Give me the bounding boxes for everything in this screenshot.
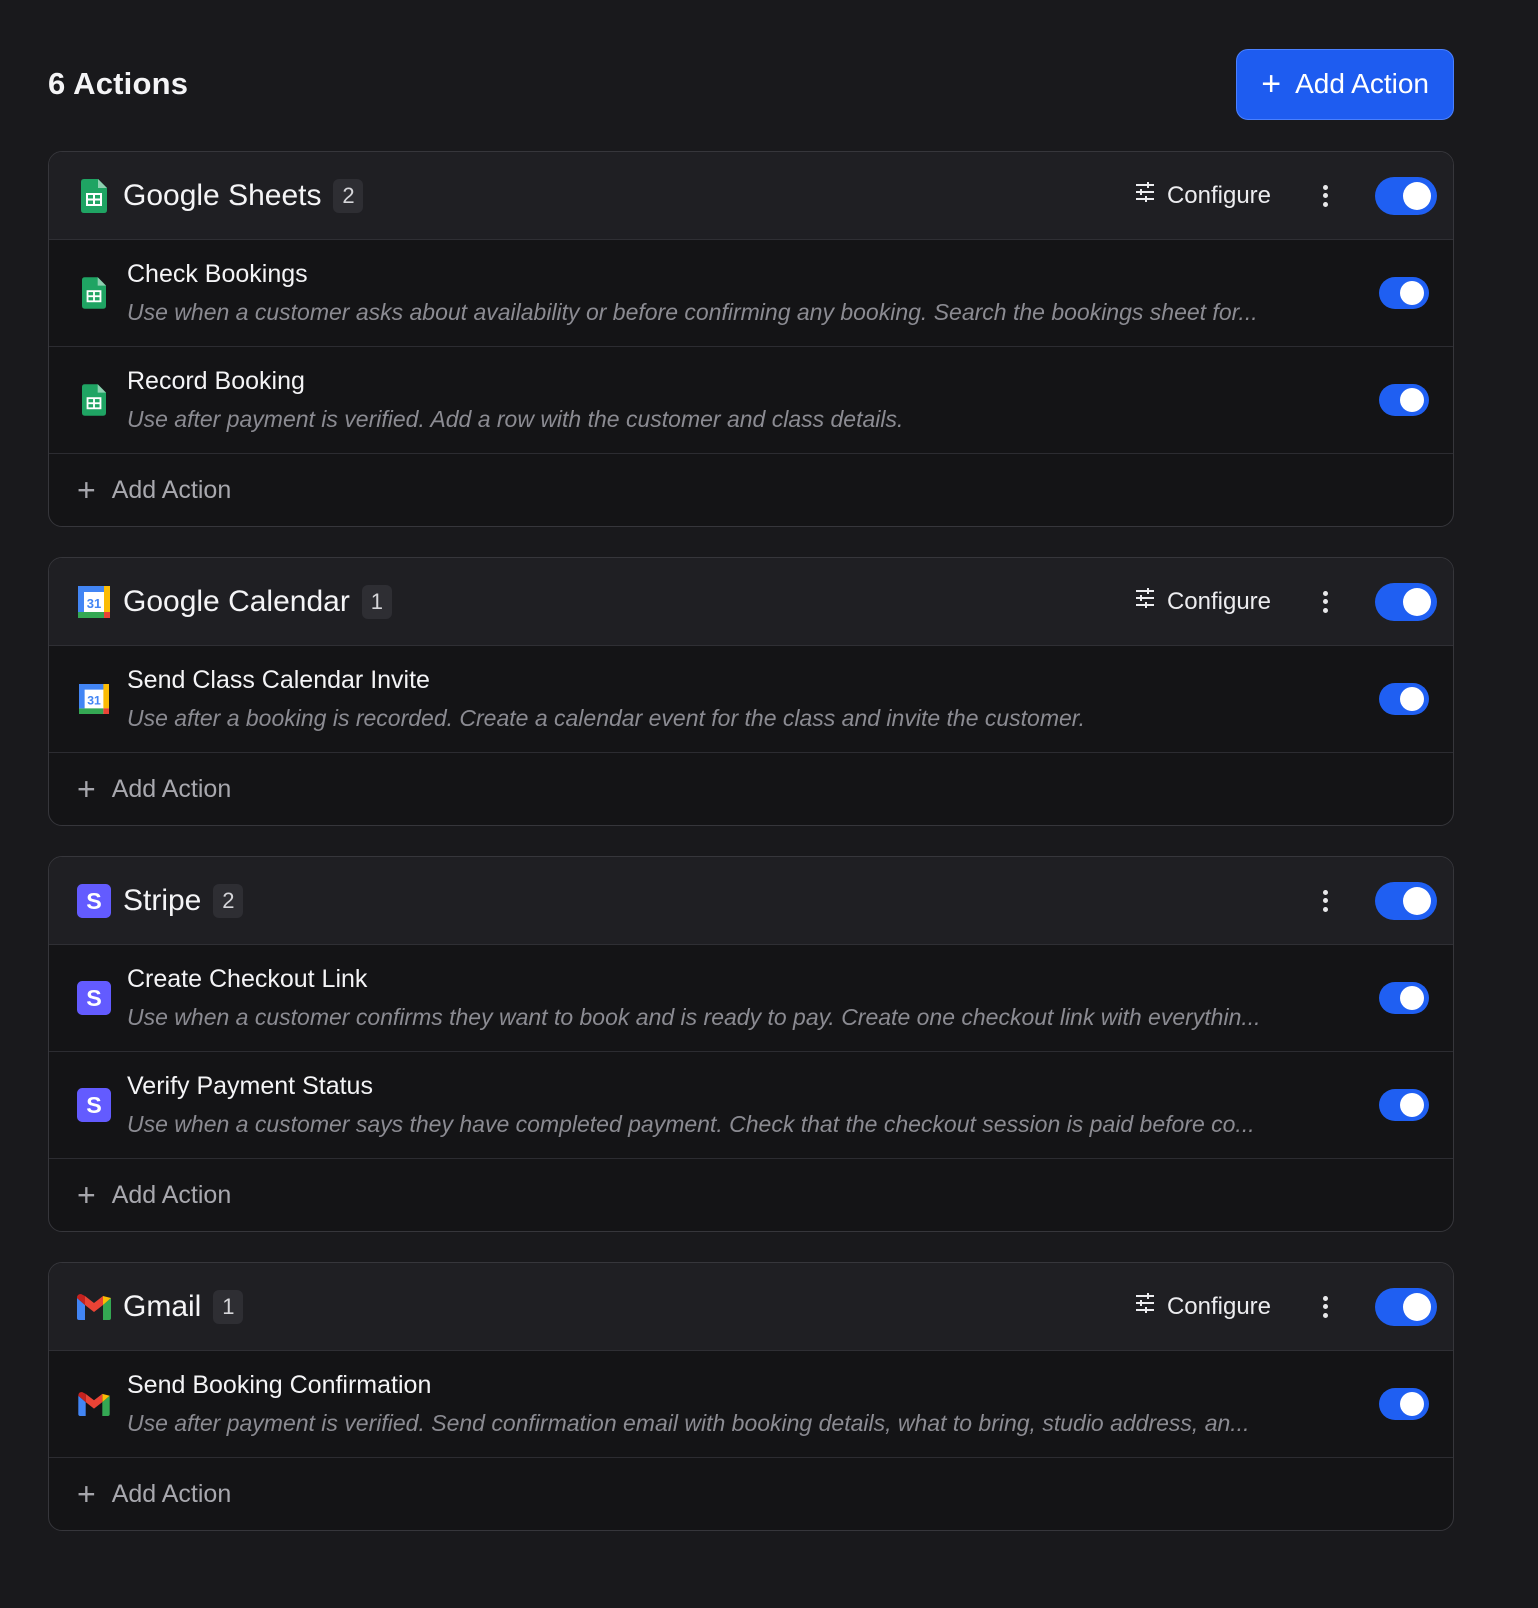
action-description: Use when a customer asks about availabil… — [127, 299, 1258, 325]
more-options-icon[interactable] — [1315, 886, 1335, 916]
action-description: Use when a customer confirms they want t… — [127, 1004, 1261, 1030]
action-description: Use when a customer says they have compl… — [127, 1111, 1255, 1137]
add-action-label: Add Action — [111, 774, 232, 803]
action-toggle[interactable] — [1379, 683, 1429, 715]
action-title: Record Booking — [127, 367, 305, 395]
count-badge: 1 — [213, 1289, 244, 1324]
action-row[interactable]: S Verify Payment Status Use when a custo… — [49, 1052, 1453, 1159]
group-toggle[interactable] — [1375, 1287, 1437, 1326]
configure-button[interactable]: Configure — [1133, 1291, 1271, 1322]
group-google-calendar: 31 Google Calendar 1 Configure 31 Send C… — [48, 557, 1454, 826]
action-toggle[interactable] — [1379, 982, 1429, 1014]
group-header: 31 Google Calendar 1 Configure — [49, 558, 1453, 646]
action-row[interactable]: Send Booking Confirmation Use after paym… — [49, 1351, 1453, 1458]
add-action-row[interactable]: + Add Action — [49, 753, 1453, 825]
stripe-icon: S — [77, 979, 111, 1017]
add-action-label: Add Action — [111, 475, 232, 504]
count-badge: 2 — [213, 883, 244, 918]
plus-icon: + — [77, 1476, 96, 1512]
plus-icon: + — [77, 771, 96, 807]
more-options-icon[interactable] — [1315, 181, 1335, 211]
group-header: Google Sheets 2 Configure — [49, 152, 1453, 240]
group-header: Gmail 1 Configure — [49, 1263, 1453, 1351]
action-row[interactable]: Record Booking Use after payment is veri… — [49, 347, 1453, 454]
count-badge: 1 — [361, 584, 392, 619]
svg-text:31: 31 — [87, 596, 101, 611]
google-sheets-icon — [77, 178, 111, 213]
configure-label: Configure — [1166, 181, 1271, 209]
stripe-icon: S — [77, 883, 111, 918]
action-description: Use after a booking is recorded. Create … — [127, 705, 1085, 731]
svg-text:S: S — [86, 888, 102, 914]
google-sheets-icon — [77, 384, 111, 416]
svg-text:31: 31 — [87, 694, 101, 708]
stripe-icon: S — [77, 1086, 111, 1124]
action-row[interactable]: Check Bookings Use when a customer asks … — [49, 240, 1453, 347]
add-action-label: Add Action — [111, 1180, 232, 1209]
group-toggle[interactable] — [1375, 881, 1437, 920]
action-description: Use after payment is verified. Send conf… — [127, 1410, 1250, 1436]
add-action-row[interactable]: + Add Action — [49, 1458, 1453, 1530]
sliders-icon — [1133, 180, 1157, 211]
configure-button[interactable]: Configure — [1133, 586, 1271, 617]
google-sheets-icon — [77, 277, 111, 309]
action-description: Use after payment is verified. Add a row… — [127, 406, 904, 432]
group-stripe: S Stripe 2 S Create Checkout Link Use wh… — [48, 856, 1454, 1232]
group-name: Stripe — [123, 883, 202, 917]
action-title: Send Booking Confirmation — [127, 1371, 432, 1399]
google-calendar-icon: 31 — [77, 585, 111, 619]
more-options-icon[interactable] — [1315, 587, 1335, 617]
action-row[interactable]: 31 Send Class Calendar Invite Use after … — [49, 646, 1453, 753]
action-title: Check Bookings — [127, 260, 308, 288]
configure-button[interactable]: Configure — [1133, 180, 1271, 211]
action-row[interactable]: S Create Checkout Link Use when a custom… — [49, 945, 1453, 1052]
group-gmail: Gmail 1 Configure Send Booking Confirmat… — [48, 1262, 1454, 1531]
actions-page: 6 Actions + Add Action Google Sheets 2 C… — [0, 0, 1538, 1608]
plus-icon: + — [77, 472, 96, 508]
add-action-label: Add Action — [111, 1479, 232, 1508]
add-action-row[interactable]: + Add Action — [49, 1159, 1453, 1231]
action-title: Send Class Calendar Invite — [127, 666, 430, 694]
group-name: Gmail — [123, 1289, 202, 1323]
add-action-row[interactable]: + Add Action — [49, 454, 1453, 526]
page-title: 6 Actions — [48, 66, 189, 101]
gmail-icon — [77, 1392, 111, 1416]
action-toggle[interactable] — [1379, 1089, 1429, 1121]
add-action-button[interactable]: + Add Action — [1236, 48, 1454, 120]
action-toggle[interactable] — [1379, 277, 1429, 309]
action-toggle[interactable] — [1379, 1388, 1429, 1420]
sliders-icon — [1133, 586, 1157, 617]
group-google-sheets: Google Sheets 2 Configure Check Bookings… — [48, 151, 1454, 527]
more-options-icon[interactable] — [1315, 1292, 1335, 1322]
count-badge: 2 — [333, 178, 364, 213]
group-toggle[interactable] — [1375, 176, 1437, 215]
gmail-icon — [77, 1290, 111, 1324]
group-toggle[interactable] — [1375, 582, 1437, 621]
action-toggle[interactable] — [1379, 384, 1429, 416]
svg-text:S: S — [86, 1092, 102, 1118]
sliders-icon — [1133, 1291, 1157, 1322]
plus-icon: + — [77, 1177, 96, 1213]
action-title: Verify Payment Status — [127, 1072, 373, 1100]
page-header: 6 Actions + Add Action — [48, 48, 1454, 120]
group-header: S Stripe 2 — [49, 857, 1453, 945]
action-title: Create Checkout Link — [127, 965, 368, 993]
configure-label: Configure — [1166, 1292, 1271, 1320]
group-name: Google Calendar — [123, 584, 350, 618]
plus-icon: + — [1261, 65, 1282, 103]
google-calendar-icon: 31 — [77, 684, 111, 714]
configure-label: Configure — [1166, 587, 1271, 615]
svg-text:S: S — [86, 985, 102, 1011]
add-action-button-label: Add Action — [1295, 68, 1429, 99]
group-name: Google Sheets — [123, 178, 322, 212]
integration-groups: Google Sheets 2 Configure Check Bookings… — [48, 151, 1454, 1531]
